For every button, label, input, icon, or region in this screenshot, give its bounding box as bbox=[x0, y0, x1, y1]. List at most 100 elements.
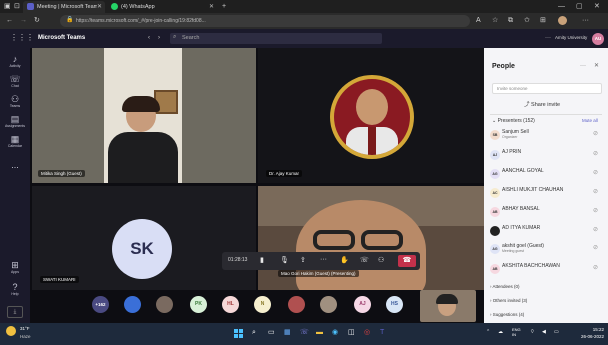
glasses-right bbox=[361, 230, 403, 250]
tab-actions-icon[interactable]: ⊡ bbox=[14, 3, 20, 10]
close-tab-icon[interactable]: ✕ bbox=[97, 3, 102, 10]
people-icon[interactable]: ⚇ bbox=[378, 256, 384, 264]
weather-icon[interactable] bbox=[6, 326, 16, 336]
participant-thumb[interactable] bbox=[320, 296, 337, 313]
back-icon[interactable]: ← bbox=[6, 17, 13, 24]
presenters-header[interactable]: ⌄ Presenters (152) bbox=[492, 118, 535, 124]
share-invite-button[interactable]: ⤴ Share invite bbox=[524, 100, 560, 108]
invite-input[interactable]: Invite someone bbox=[492, 83, 602, 94]
list-item[interactable]: AC AISHLI MUKJIT CHAUHAN ⊘ bbox=[490, 186, 606, 200]
list-item[interactable]: SB Sanjum Sell Organizer ⊘ bbox=[490, 128, 606, 142]
widgets-icon[interactable]: ▦ bbox=[284, 329, 291, 336]
teams-chat-icon[interactable]: ☏ bbox=[300, 329, 309, 336]
user-avatar[interactable]: AU bbox=[592, 33, 604, 45]
self-preview-video[interactable] bbox=[420, 290, 476, 322]
profile-avatar[interactable] bbox=[558, 16, 567, 25]
rail-activity[interactable]: ♪ Activity bbox=[3, 54, 27, 69]
leave-call-button[interactable]: ☎ bbox=[398, 255, 416, 267]
rail-chat[interactable]: ☏ Chat bbox=[3, 74, 27, 89]
mute-all-button[interactable]: Mute all bbox=[582, 118, 598, 123]
others-invited-section[interactable]: › Others invited (3) bbox=[490, 298, 527, 303]
browser-menu-icon[interactable]: ▣ bbox=[4, 3, 11, 10]
volume-icon[interactable]: ◀ bbox=[542, 330, 546, 335]
read-aloud-icon[interactable]: A bbox=[476, 17, 481, 24]
close-tab-icon[interactable]: ✕ bbox=[209, 3, 214, 10]
mic-off-icon[interactable]: 🎙 bbox=[280, 256, 289, 264]
rail-assignments[interactable]: ▤ Assignments bbox=[3, 114, 27, 129]
teams-app-icon[interactable]: T bbox=[380, 329, 384, 336]
task-view-icon[interactable]: ▭ bbox=[268, 329, 275, 336]
chrome-icon[interactable]: ◎ bbox=[364, 329, 370, 336]
video-tile-mitika[interactable]: Mitika Singh (Guest) bbox=[32, 48, 256, 183]
minimize-icon[interactable]: — bbox=[558, 3, 565, 10]
list-item[interactable]: AJ AJ PRIN ⊘ bbox=[490, 148, 606, 162]
extensions-icon[interactable]: ⧉ bbox=[508, 17, 513, 24]
list-item[interactable]: AB ABHAY BANSAL ⊘ bbox=[490, 205, 606, 219]
participant-thumb[interactable]: N bbox=[254, 296, 271, 313]
camera-icon[interactable]: ▮ bbox=[260, 256, 264, 264]
list-item[interactable]: AG AANCHAL GOYAL ⊘ bbox=[490, 167, 606, 181]
video-tile-presenting[interactable]: Mao Gori Hakim (Guest) (Presenting) bbox=[258, 186, 484, 290]
rail-help[interactable]: ? Help bbox=[3, 282, 27, 297]
store-icon[interactable]: ◫ bbox=[348, 329, 355, 336]
participant-thumb[interactable] bbox=[288, 296, 305, 313]
participant-thumb[interactable]: PK bbox=[190, 296, 207, 313]
more-participants-count[interactable]: +162 bbox=[92, 296, 109, 313]
address-bar[interactable]: 🔒 https://teams.microsoft.com/_#/pre-joi… bbox=[60, 15, 470, 27]
video-tile-swati[interactable]: SK SWATI KUMARI bbox=[32, 186, 256, 290]
download-icon[interactable]: ⤓ bbox=[7, 306, 23, 318]
settings-more-icon[interactable]: ··· bbox=[545, 35, 551, 41]
rail-more[interactable]: ... bbox=[3, 160, 27, 170]
rail-teams[interactable]: ⚇ Teams bbox=[3, 94, 27, 109]
nav-back-icon[interactable]: ‹ bbox=[148, 35, 150, 41]
tab-teams-meeting[interactable]: Meeting | Microsoft Teams ✕ bbox=[23, 1, 105, 13]
mic-off-icon: ⊘ bbox=[593, 265, 599, 271]
browser-tab-bar: ▣ ⊡ Meeting | Microsoft Teams ✕ (4) What… bbox=[0, 0, 608, 13]
battery-icon[interactable]: ▭ bbox=[554, 330, 559, 335]
raise-hand-icon[interactable]: ✋ bbox=[340, 256, 349, 264]
maximize-icon[interactable]: ▢ bbox=[576, 3, 583, 10]
windows-start-icon[interactable] bbox=[234, 329, 243, 338]
favorites-bar-icon[interactable]: ✩ bbox=[524, 17, 530, 24]
list-item[interactable]: AG akshit goel (Guest) Meeting guest ⊘ bbox=[490, 242, 606, 256]
edge-icon[interactable]: ◉ bbox=[332, 329, 338, 336]
favorite-icon[interactable]: ☆ bbox=[492, 17, 498, 24]
new-tab-icon[interactable]: + bbox=[222, 3, 226, 10]
participant-thumb[interactable] bbox=[156, 296, 173, 313]
language-indicator[interactable]: ENG IN bbox=[512, 327, 521, 337]
participant-thumb[interactable]: HL bbox=[222, 296, 239, 313]
share-screen-icon[interactable]: ⇪ bbox=[300, 256, 306, 264]
app-launcher-icon[interactable]: ⋮⋮⋮ bbox=[10, 34, 34, 42]
close-window-icon[interactable]: ✕ bbox=[594, 3, 600, 10]
forward-icon[interactable]: → bbox=[20, 17, 27, 24]
list-item[interactable]: AB AKSHITA BACHCHAWAN ⊘ bbox=[490, 262, 606, 276]
file-explorer-icon[interactable]: ▬ bbox=[316, 329, 323, 336]
nav-forward-icon[interactable]: › bbox=[158, 35, 160, 41]
participant-thumb[interactable]: AJ bbox=[354, 296, 371, 313]
suggestions-section[interactable]: › Suggestions (4) bbox=[490, 312, 524, 317]
show-hidden-icons-icon[interactable]: ⌃ bbox=[486, 330, 490, 335]
more-actions-icon[interactable]: ··· bbox=[320, 256, 327, 263]
calendar-icon: ▦ bbox=[10, 134, 20, 144]
attendees-section[interactable]: › Attendees (0) bbox=[490, 284, 520, 289]
search-icon[interactable]: ⌕ bbox=[252, 329, 256, 336]
close-panel-icon[interactable]: ✕ bbox=[594, 63, 599, 69]
photo-tie bbox=[368, 127, 376, 155]
participant-thumb[interactable] bbox=[124, 296, 141, 313]
participant-role: Organizer bbox=[502, 135, 518, 139]
tab-whatsapp[interactable]: (4) WhatsApp ✕ bbox=[107, 1, 217, 13]
rail-calendar[interactable]: ▦ Calendar bbox=[3, 134, 27, 149]
more-menu-icon[interactable]: ··· bbox=[582, 17, 589, 24]
rail-apps[interactable]: ⊞ Apps bbox=[3, 260, 27, 275]
search-input[interactable]: ⌕ Search bbox=[170, 33, 382, 44]
clock[interactable]: 15:22 26-06-2022 bbox=[568, 326, 604, 340]
wifi-icon[interactable]: ⌔ bbox=[530, 330, 535, 335]
video-tile-ajay[interactable]: Dr. Ajay Kumar bbox=[258, 48, 484, 183]
chat-icon[interactable]: ☏ bbox=[360, 256, 369, 264]
collections-icon[interactable]: ⊞ bbox=[540, 17, 546, 24]
refresh-icon[interactable]: ↻ bbox=[34, 17, 40, 24]
list-item[interactable]: AK AD ITYA KUMAR ⊘ bbox=[490, 224, 606, 238]
panel-more-icon[interactable]: ··· bbox=[580, 63, 586, 69]
onedrive-icon[interactable]: ☁ bbox=[498, 330, 503, 335]
participant-thumb[interactable]: HS bbox=[386, 296, 403, 313]
